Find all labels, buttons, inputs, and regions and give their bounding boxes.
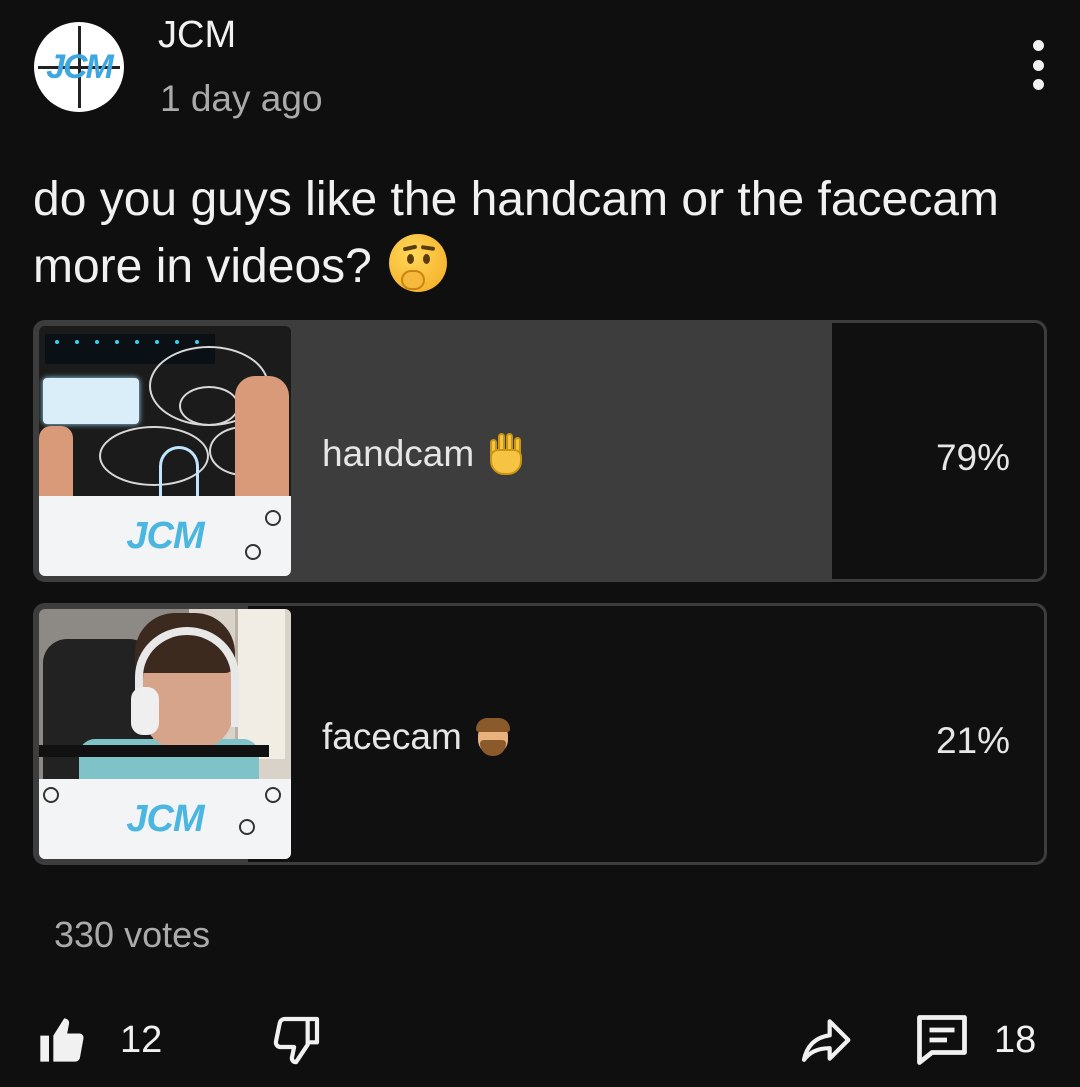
thumbnail-logo: JCM bbox=[126, 797, 204, 840]
community-post: JCM JCM 1 day ago do you guys like the h… bbox=[0, 0, 1080, 1087]
post-time: 1 day ago bbox=[160, 78, 323, 119]
dislike-button[interactable] bbox=[268, 1010, 324, 1070]
vote-count: 330 votes bbox=[54, 914, 211, 955]
poll-option-percent: 21% bbox=[935, 720, 1010, 761]
crosshair-mark bbox=[43, 787, 59, 803]
crosshair-mark bbox=[245, 544, 261, 560]
poll-option-handcam[interactable]: JCM handcam 79% bbox=[33, 320, 1047, 582]
raised-hand-icon bbox=[484, 431, 528, 477]
dot-icon bbox=[1032, 79, 1044, 90]
crosshair-mark bbox=[239, 819, 255, 835]
share-button[interactable] bbox=[794, 1010, 856, 1070]
like-count: 12 bbox=[120, 1018, 163, 1061]
channel-avatar[interactable]: JCM bbox=[34, 22, 124, 112]
facecam-image bbox=[39, 609, 291, 779]
crosshair-mark bbox=[265, 787, 281, 803]
option-thumbnail: JCM bbox=[39, 326, 291, 576]
handcam-image bbox=[39, 326, 291, 496]
thumbnail-banner: JCM bbox=[39, 496, 291, 576]
comment-count: 18 bbox=[994, 1018, 1037, 1061]
poll-option-facecam[interactable]: JCM facecam 21% bbox=[33, 603, 1047, 865]
poll-option-label: handcam bbox=[322, 431, 528, 477]
share-icon bbox=[801, 1019, 851, 1062]
post-text-content: do you guys like the handcam or the face… bbox=[33, 173, 999, 293]
thumbs-down-icon bbox=[273, 1016, 320, 1065]
post-text: do you guys like the handcam or the face… bbox=[33, 166, 1043, 300]
thinking-face-icon bbox=[389, 234, 448, 292]
channel-name[interactable]: JCM bbox=[158, 14, 236, 57]
dot-icon bbox=[1032, 40, 1044, 51]
poll-option-text: handcam bbox=[322, 433, 475, 474]
thumbs-up-icon bbox=[40, 1018, 84, 1062]
poll-option-label: facecam bbox=[322, 716, 514, 758]
poll-option-text: facecam bbox=[322, 716, 462, 757]
poll-option-percent: 79% bbox=[935, 437, 1010, 478]
avatar-logo: JCM bbox=[46, 47, 114, 86]
like-button[interactable]: 12 bbox=[36, 1010, 162, 1070]
bearded-person-icon bbox=[472, 716, 514, 758]
dot-icon bbox=[1032, 59, 1044, 71]
comments-button[interactable]: 18 bbox=[912, 1010, 1036, 1070]
more-options-button[interactable] bbox=[1022, 40, 1054, 90]
thumbnail-banner: JCM bbox=[39, 779, 291, 859]
comment-icon bbox=[917, 1015, 967, 1065]
thumbnail-logo: JCM bbox=[126, 514, 204, 557]
crosshair-mark bbox=[265, 510, 281, 526]
option-thumbnail: JCM bbox=[39, 609, 291, 859]
